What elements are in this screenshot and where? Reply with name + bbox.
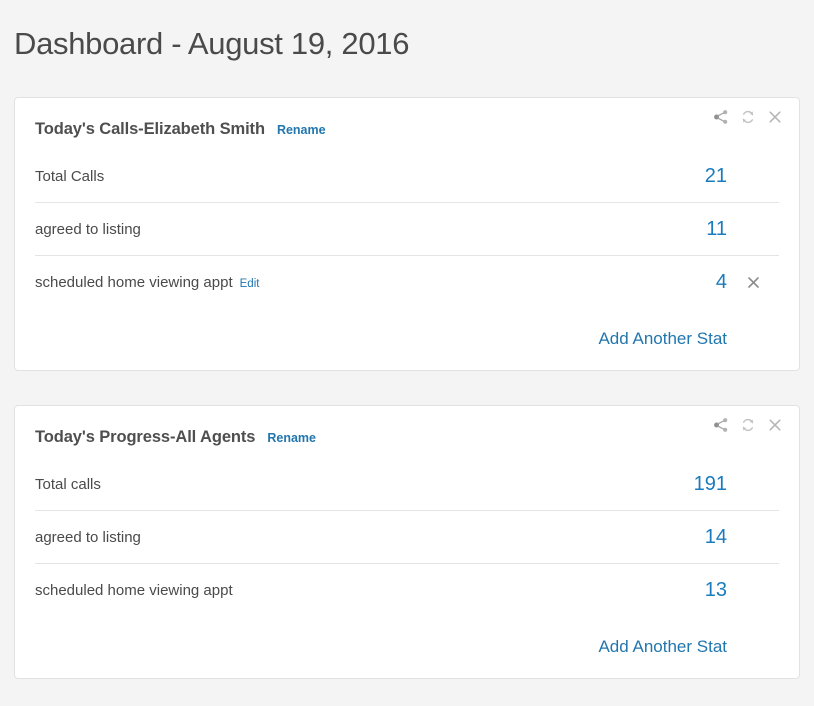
- card-title: Today's Calls-Elizabeth Smith: [35, 120, 265, 138]
- stat-value: 191: [693, 472, 727, 495]
- refresh-icon[interactable]: [738, 415, 758, 435]
- edit-link[interactable]: Edit: [240, 278, 260, 290]
- stat-label: agreed to listing: [35, 528, 141, 546]
- table-row: agreed to listing 11: [35, 203, 779, 256]
- card-footer: Add Another Stat: [35, 616, 779, 678]
- dashboard-cards: Today's Calls-Elizabeth Smith Rename Tot…: [0, 97, 814, 679]
- stat-value: 14: [704, 525, 727, 548]
- close-icon[interactable]: [765, 415, 785, 435]
- table-row: Total Calls 21: [35, 150, 779, 203]
- add-another-stat-link[interactable]: Add Another Stat: [598, 637, 727, 657]
- card-tools: [711, 107, 785, 127]
- table-row: agreed to listing 14: [35, 511, 779, 564]
- card-tools: [711, 415, 785, 435]
- share-icon[interactable]: [711, 415, 731, 435]
- card-footer: Add Another Stat: [35, 308, 779, 370]
- stat-value: 11: [706, 217, 727, 240]
- table-row: scheduled home viewing appt Edit 4: [35, 256, 779, 308]
- remove-stat-icon[interactable]: [727, 275, 779, 290]
- card-title: Today's Progress-All Agents: [35, 428, 256, 446]
- card-header: Today's Progress-All Agents Rename: [35, 406, 779, 458]
- card-header: Today's Calls-Elizabeth Smith Rename: [35, 98, 779, 150]
- stat-label-text: scheduled home viewing appt: [35, 273, 233, 291]
- share-icon[interactable]: [711, 107, 731, 127]
- stat-value: 13: [704, 578, 727, 601]
- close-icon[interactable]: [765, 107, 785, 127]
- rename-link[interactable]: Rename: [267, 431, 316, 445]
- table-row: Total calls 191: [35, 458, 779, 511]
- stat-card: Today's Calls-Elizabeth Smith Rename Tot…: [14, 97, 800, 371]
- stat-label: agreed to listing: [35, 220, 141, 238]
- stat-card: Today's Progress-All Agents Rename Total…: [14, 405, 800, 679]
- stat-label: Total Calls: [35, 167, 105, 185]
- add-another-stat-link[interactable]: Add Another Stat: [598, 329, 727, 349]
- stat-label: scheduled home viewing appt: [35, 581, 233, 599]
- rename-link[interactable]: Rename: [277, 123, 326, 137]
- table-row: scheduled home viewing appt 13: [35, 564, 779, 616]
- stat-value: 21: [704, 164, 727, 187]
- stat-label: scheduled home viewing appt Edit: [35, 274, 637, 291]
- stat-label: Total calls: [35, 475, 101, 493]
- page-title: Dashboard - August 19, 2016: [14, 26, 410, 61]
- stat-value: 4: [715, 270, 727, 293]
- refresh-icon[interactable]: [738, 107, 758, 127]
